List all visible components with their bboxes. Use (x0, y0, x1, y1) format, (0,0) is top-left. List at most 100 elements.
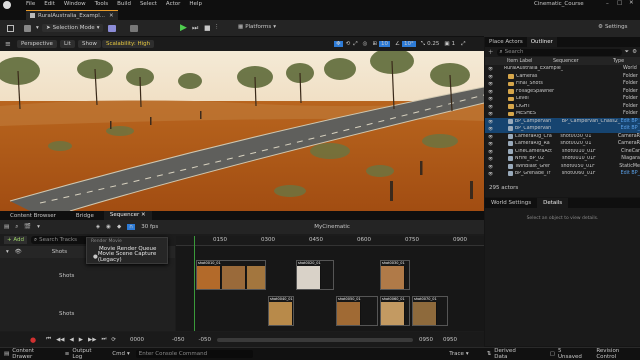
add-filter-icon[interactable]: ＋ (488, 48, 494, 56)
menu-build[interactable]: Build (117, 1, 131, 7)
level-viewport[interactable] (0, 51, 484, 211)
range-end[interactable]: 0950 (419, 337, 433, 343)
menu-tools[interactable]: Tools (95, 1, 109, 7)
track-row[interactable]: Shots (0, 270, 175, 282)
camera-cut-icon[interactable]: ◈ (96, 224, 100, 230)
outliner-row[interactable]: 👁 Cameras Folder (485, 73, 640, 81)
find-icon[interactable]: ⌕ (15, 224, 18, 231)
menu-select[interactable]: Select (140, 1, 157, 7)
outliner-row[interactable]: 👁 CameraRig_Cra shot0030_01 CameraR (485, 133, 640, 141)
menu-file[interactable]: File (26, 1, 35, 7)
angle-icon[interactable]: ∠ (395, 41, 400, 47)
level-tab[interactable]: RuralAustralia_Exampl... ✕ (26, 10, 118, 20)
angle-value[interactable]: 10° (401, 41, 416, 47)
column-type[interactable]: Type (613, 59, 624, 64)
visibility-eye-icon[interactable]: 👁 (488, 149, 498, 154)
content-icon[interactable] (24, 25, 31, 32)
range-neg[interactable]: -050 (199, 337, 211, 343)
scale-snap-icon[interactable]: ⤡ (421, 41, 425, 48)
snap-toggle-icon[interactable]: ∩ (127, 224, 136, 230)
selection-mode-button[interactable]: ➤ Selection Mode ▾ (42, 24, 104, 32)
visibility-eye-icon[interactable]: 👁 (488, 104, 498, 109)
range-scrollbar[interactable] (217, 337, 413, 342)
camera-speed-icon[interactable]: ▣ (444, 41, 449, 47)
settings-button[interactable]: ⚙ Settings (598, 24, 628, 30)
outliner-settings-icon[interactable]: ⚙ (632, 49, 637, 55)
blueprint-icon[interactable] (108, 25, 116, 32)
visibility-eye-icon[interactable]: 👁 (488, 89, 498, 94)
track-expand-icon[interactable]: ▾ (6, 249, 9, 255)
filter-icon[interactable]: ⏷ (625, 49, 629, 56)
visibility-eye-icon[interactable]: 👁 (488, 96, 498, 101)
lit-button[interactable]: Lit (60, 40, 75, 48)
outliner-row[interactable]: 👁 Level Folder (485, 95, 640, 103)
platforms-button[interactable]: ▦ Platforms ▾ (238, 24, 276, 30)
outliner-search-input[interactable]: ⌕ Search (496, 48, 622, 56)
step-back-icon[interactable]: ◀◀ (56, 337, 64, 343)
mode-dropdown-arrow-icon[interactable]: ▾ (36, 25, 39, 31)
outliner-row[interactable]: 👁 NFire_BP_02 shot0010_01F Niagara (485, 155, 640, 163)
visibility-eye-icon[interactable]: 👁 (488, 156, 498, 161)
rotate-icon[interactable]: ⟲ (346, 41, 351, 47)
loop-icon[interactable]: ⟳ (111, 337, 116, 343)
range-start[interactable]: -050 (172, 337, 184, 343)
render-movie-icon[interactable]: 🎬 (24, 224, 31, 230)
scalability-button[interactable]: Scalability: High (102, 40, 155, 48)
start-frame[interactable]: 0000 (130, 337, 144, 343)
playback-options-icon[interactable]: ◉ (106, 224, 111, 230)
outliner-row[interactable]: 👁 Final_Shots Folder (485, 80, 640, 88)
play-forward-icon[interactable]: ▶ (79, 337, 83, 343)
outliner-row[interactable]: 👁 BP_Campervan BP_Campervan_Chass2_ Edit BP… (485, 117, 640, 125)
hamburger-icon[interactable]: ≡ (5, 40, 11, 48)
shot-section[interactable]: shot0030_01 (380, 260, 410, 290)
tab-world-settings[interactable]: World Settings (485, 200, 537, 206)
tab-outliner[interactable]: Outliner (526, 37, 557, 47)
close-tab-icon[interactable]: ✕ (141, 212, 146, 218)
cmd-dropdown[interactable]: Cmd ▾ (112, 351, 129, 357)
visibility-eye-icon[interactable]: 👁 (488, 164, 498, 169)
tab-bridge[interactable]: Bridge (66, 213, 104, 219)
unsaved-button[interactable]: ▢ 5 Unsaved (550, 348, 587, 360)
shot-section[interactable]: shot0040_01 (268, 296, 294, 326)
maximize-icon[interactable]: □ (617, 0, 622, 6)
outliner-row[interactable]: 👁 BP_Campervan Edit BP_ (485, 125, 640, 133)
visibility-eye-icon[interactable]: 👁 (488, 111, 498, 116)
camera-speed-value[interactable]: 1 (452, 41, 456, 47)
outliner-row[interactable]: 👁 CameraRig_Ra shot0020_01 CameraR (485, 140, 640, 148)
outliner-row[interactable]: 👁 MESHES Folder (485, 110, 640, 118)
scale-value[interactable]: 0.25 (427, 41, 439, 47)
scale-icon[interactable]: ⤢ (353, 41, 357, 48)
tab-content-browser[interactable]: Content Browser (0, 213, 66, 219)
snap-icon[interactable]: ⊞ (372, 41, 377, 47)
column-item-label[interactable]: Item Label (485, 59, 553, 64)
unreal-logo-icon[interactable] (3, 1, 11, 9)
output-log-button[interactable]: ≡ Output Log (65, 348, 103, 360)
derived-data-button[interactable]: ⇅ Derived Data (487, 348, 530, 360)
jump-end-icon[interactable]: ⏭ (101, 336, 106, 343)
menu-help[interactable]: Help (189, 1, 202, 7)
show-button[interactable]: Show (78, 40, 101, 48)
visibility-eye-icon[interactable]: 👁 (488, 134, 498, 139)
menu-item-movie-scene-capture[interactable]: ● Movie Scene Capture (Legacy) (87, 251, 167, 263)
outliner-row[interactable]: 👁 LIGHT Folder (485, 103, 640, 111)
shot-section[interactable]: shot0060_01 (380, 296, 410, 326)
step-forward-icon[interactable]: ▶▶ (88, 337, 96, 343)
play-icon[interactable]: ▶ (180, 23, 187, 33)
outliner-row[interactable]: 👁 CineCameraAct shot0010_01F CineCar (485, 148, 640, 156)
play-reverse-icon[interactable]: ◀ (70, 337, 74, 343)
tab-sequencer[interactable]: Sequencer ✕ (103, 211, 152, 220)
tab-details[interactable]: Details (537, 198, 569, 208)
step-icon[interactable]: ⏭ (192, 24, 198, 33)
range-end2[interactable]: 0950 (443, 337, 457, 343)
console-input[interactable]: Enter Console Command (135, 350, 254, 358)
content-drawer-button[interactable]: ▤ Content Drawer (4, 348, 55, 360)
save-sequence-icon[interactable]: ▤ (4, 224, 9, 230)
trace-button[interactable]: Trace ▾ (449, 351, 468, 357)
play-options-icon[interactable]: ⋮ (214, 24, 220, 30)
visibility-eye-icon[interactable]: 👁 (488, 119, 498, 124)
menu-window[interactable]: Window (64, 1, 86, 7)
perspective-button[interactable]: Perspective (17, 40, 57, 48)
stop-icon[interactable]: ■ (204, 24, 211, 32)
cinematics-icon[interactable] (130, 25, 138, 32)
key-options-icon[interactable]: ◆ (117, 224, 121, 230)
